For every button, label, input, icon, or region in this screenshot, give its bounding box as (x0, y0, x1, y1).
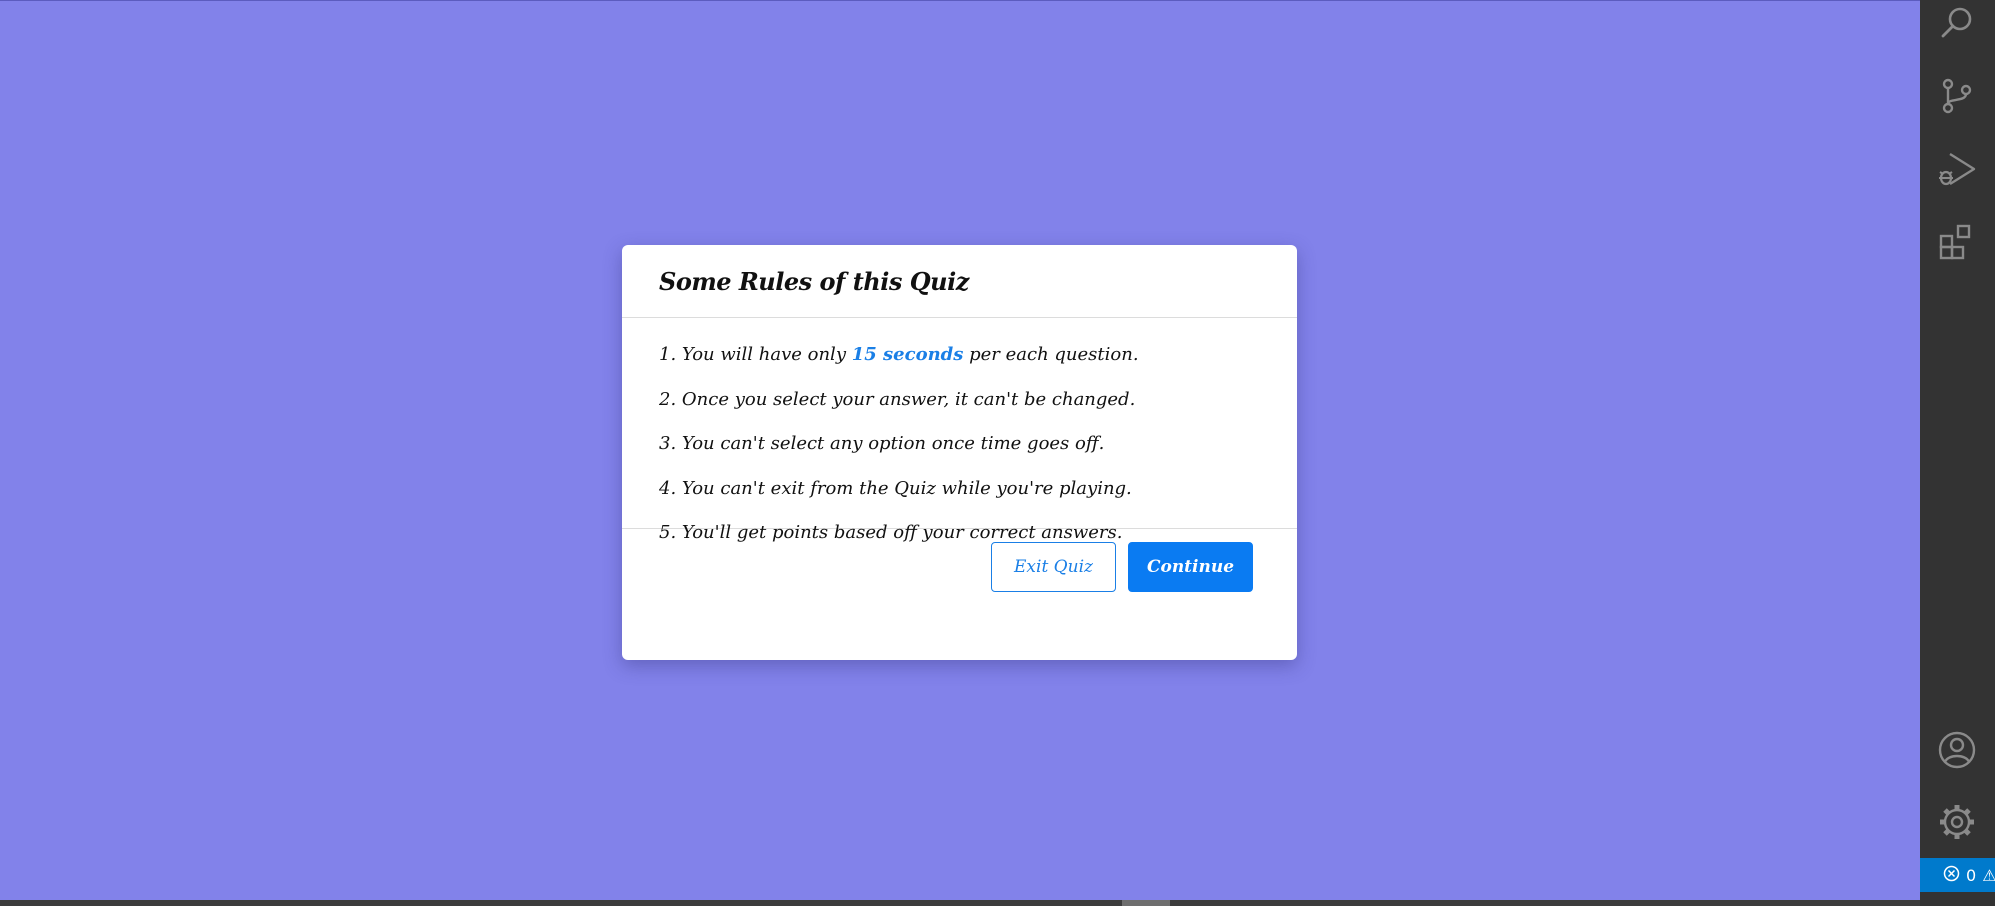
rule-text: per each question. (963, 344, 1139, 365)
rule-text: 1. You will have only (659, 344, 852, 365)
error-icon (1943, 865, 1960, 886)
dialog-header: Some Rules of this Quiz (622, 245, 1297, 318)
rule-item: 4. You can't exit from the Quiz while yo… (659, 477, 1132, 499)
extensions-icon[interactable] (1934, 219, 1980, 265)
source-control-icon[interactable] (1934, 73, 1980, 119)
error-count: 0 (1966, 865, 1977, 885)
warning-icon: ⚠ (1982, 865, 1995, 885)
rules-list: 1. You will have only 15 seconds per eac… (622, 318, 1297, 542)
rule-highlight: 15 seconds (851, 344, 964, 365)
screen: Some Rules of this Quiz 1. You will have… (0, 0, 1995, 906)
horizontal-scrollbar[interactable] (0, 900, 1920, 906)
activity-bar (1920, 0, 1995, 906)
settings-gear-icon[interactable] (1934, 799, 1980, 845)
dialog-title: Some Rules of this Quiz (659, 267, 969, 296)
status-bar-edge (1920, 892, 1995, 906)
quiz-page: Some Rules of this Quiz 1. You will have… (0, 1, 1920, 900)
problems-status[interactable]: 0 ⚠ (1920, 858, 1995, 892)
rule-item: 1. You will have only 15 seconds per eac… (659, 345, 1260, 390)
rule-item: 3. You can't select any option once time… (659, 433, 1105, 454)
run-debug-icon[interactable] (1934, 146, 1980, 192)
exit-quiz-button[interactable]: Exit Quiz (991, 542, 1116, 592)
search-icon[interactable] (1934, 0, 1980, 46)
scrollbar-thumb[interactable] (1122, 900, 1170, 906)
rule-item: 2. Once you select your answer, it can't… (659, 388, 1136, 410)
continue-button[interactable]: Continue (1128, 542, 1253, 592)
rules-dialog: Some Rules of this Quiz 1. You will have… (622, 245, 1297, 660)
dialog-footer: Exit Quiz Continue (622, 529, 1297, 660)
account-icon[interactable] (1934, 727, 1980, 773)
